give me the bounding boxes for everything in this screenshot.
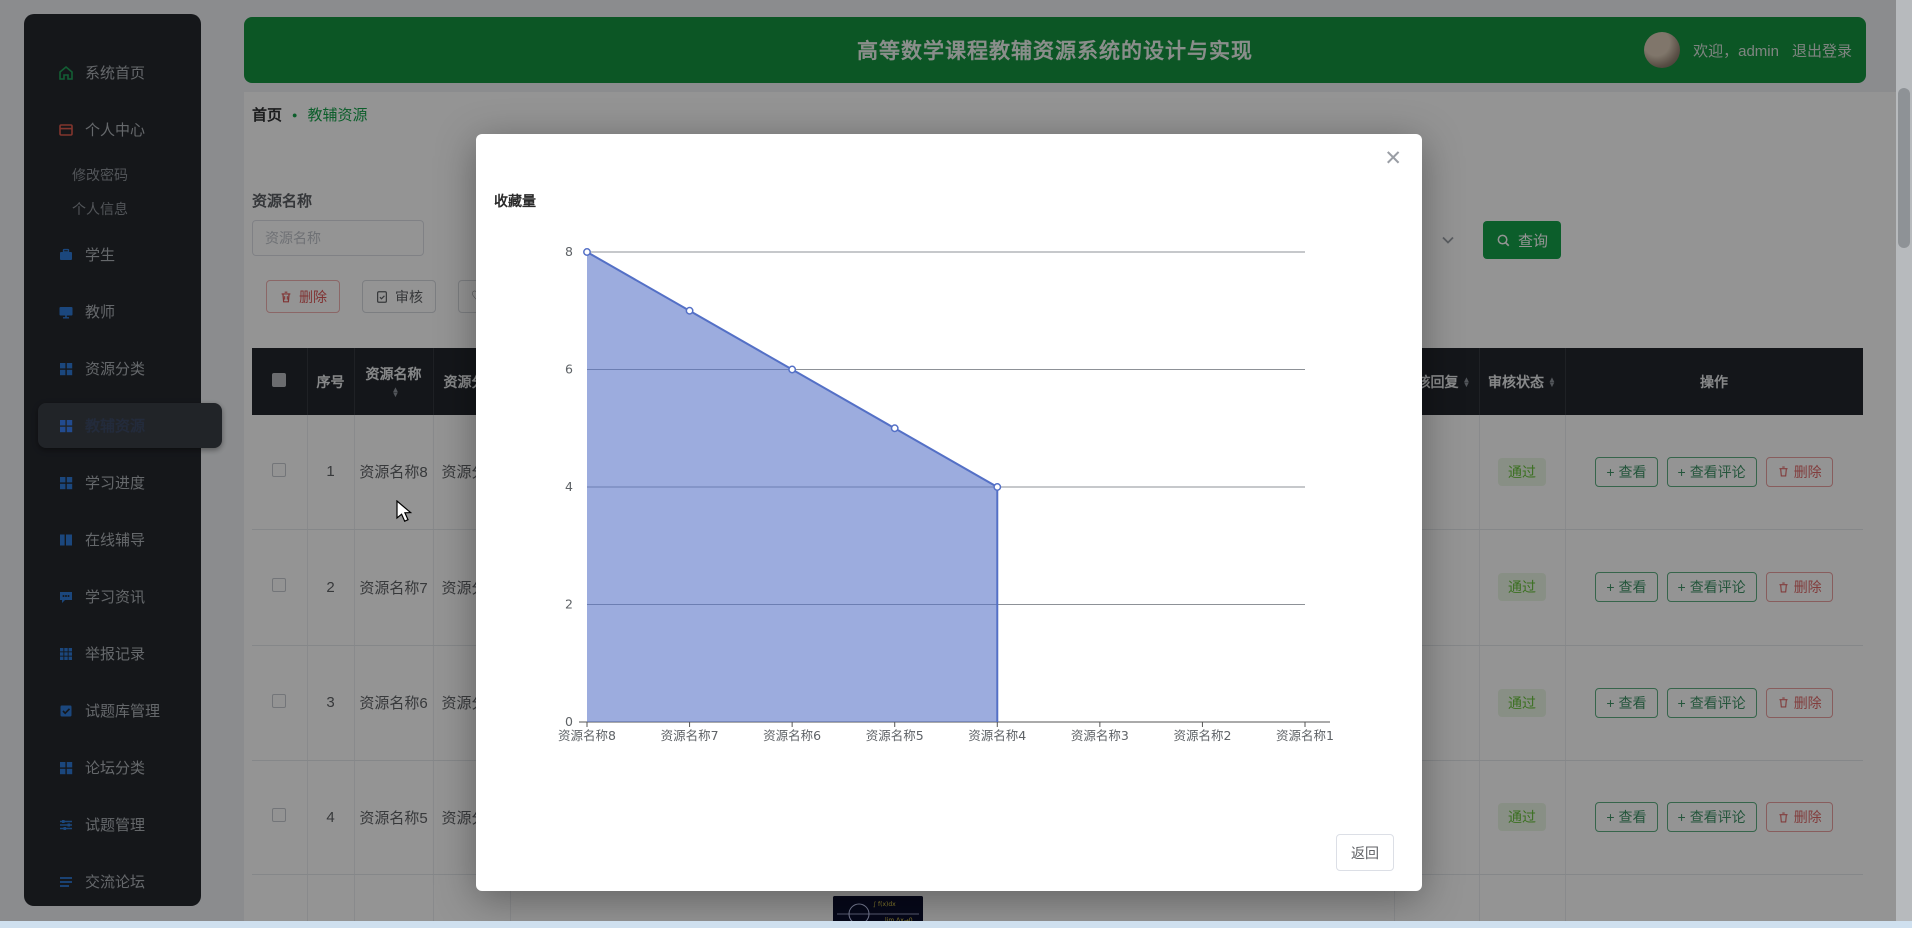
svg-text:资源名称6: 资源名称6: [763, 728, 821, 743]
svg-text:0: 0: [565, 714, 573, 729]
svg-text:资源名称8: 资源名称8: [558, 728, 616, 743]
svg-text:资源名称1: 资源名称1: [1276, 728, 1334, 743]
favorites-chart-dialog: ✕ 收藏量 0 2 4 6 8 资源名称8 资源名称7 资源名称6 资源名称5 资源名称4 资源名称…: [476, 134, 1422, 891]
scrollbar-thumb[interactable]: [1898, 88, 1910, 248]
svg-text:2: 2: [565, 597, 573, 612]
svg-text:资源名称5: 资源名称5: [866, 728, 924, 743]
scrollbar-track[interactable]: [1896, 0, 1912, 928]
back-button[interactable]: 返回: [1336, 834, 1394, 871]
svg-text:资源名称4: 资源名称4: [968, 728, 1026, 743]
favorites-chart: 0 2 4 6 8 资源名称8 资源名称7 资源名称6 资源名称5 资源名称4 资源名称3 资源名称2…: [558, 244, 1334, 743]
svg-text:6: 6: [565, 362, 573, 377]
svg-text:资源名称3: 资源名称3: [1071, 728, 1129, 743]
bottom-edge-strip: [0, 921, 1912, 928]
svg-text:4: 4: [565, 479, 573, 494]
svg-text:8: 8: [565, 244, 573, 259]
svg-text:资源名称2: 资源名称2: [1173, 728, 1231, 743]
svg-text:资源名称7: 资源名称7: [661, 728, 719, 743]
